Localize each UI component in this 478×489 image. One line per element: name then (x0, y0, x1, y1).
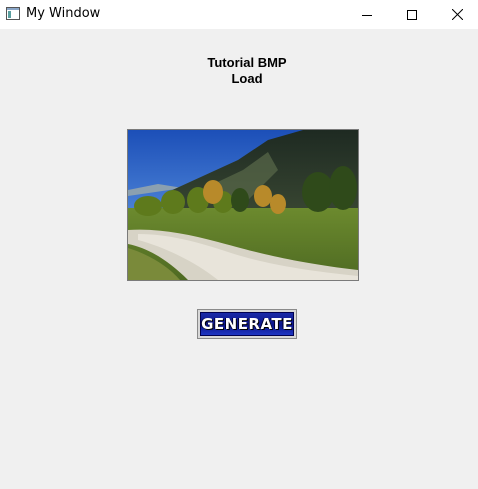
generate-button-label: GENERATE (201, 315, 293, 333)
header-line-2: Load (231, 71, 263, 86)
app-window: My Window Tutorial BMP Load GENERATE (0, 0, 478, 489)
close-icon (451, 9, 463, 20)
window-title: My Window (26, 6, 101, 21)
maximize-icon (407, 9, 417, 20)
app-window-icon (6, 7, 20, 20)
generate-button-face: GENERATE (200, 312, 294, 336)
generate-button[interactable]: GENERATE (197, 309, 297, 339)
close-button[interactable] (434, 0, 478, 29)
header-label: Tutorial BMP Load (180, 55, 314, 87)
minimize-icon (362, 10, 372, 20)
minimize-button[interactable] (344, 0, 390, 29)
maximize-button[interactable] (389, 0, 435, 29)
title-bar[interactable]: My Window (0, 0, 478, 29)
header-line-1: Tutorial BMP (207, 55, 287, 70)
landscape-bitmap (127, 129, 359, 281)
